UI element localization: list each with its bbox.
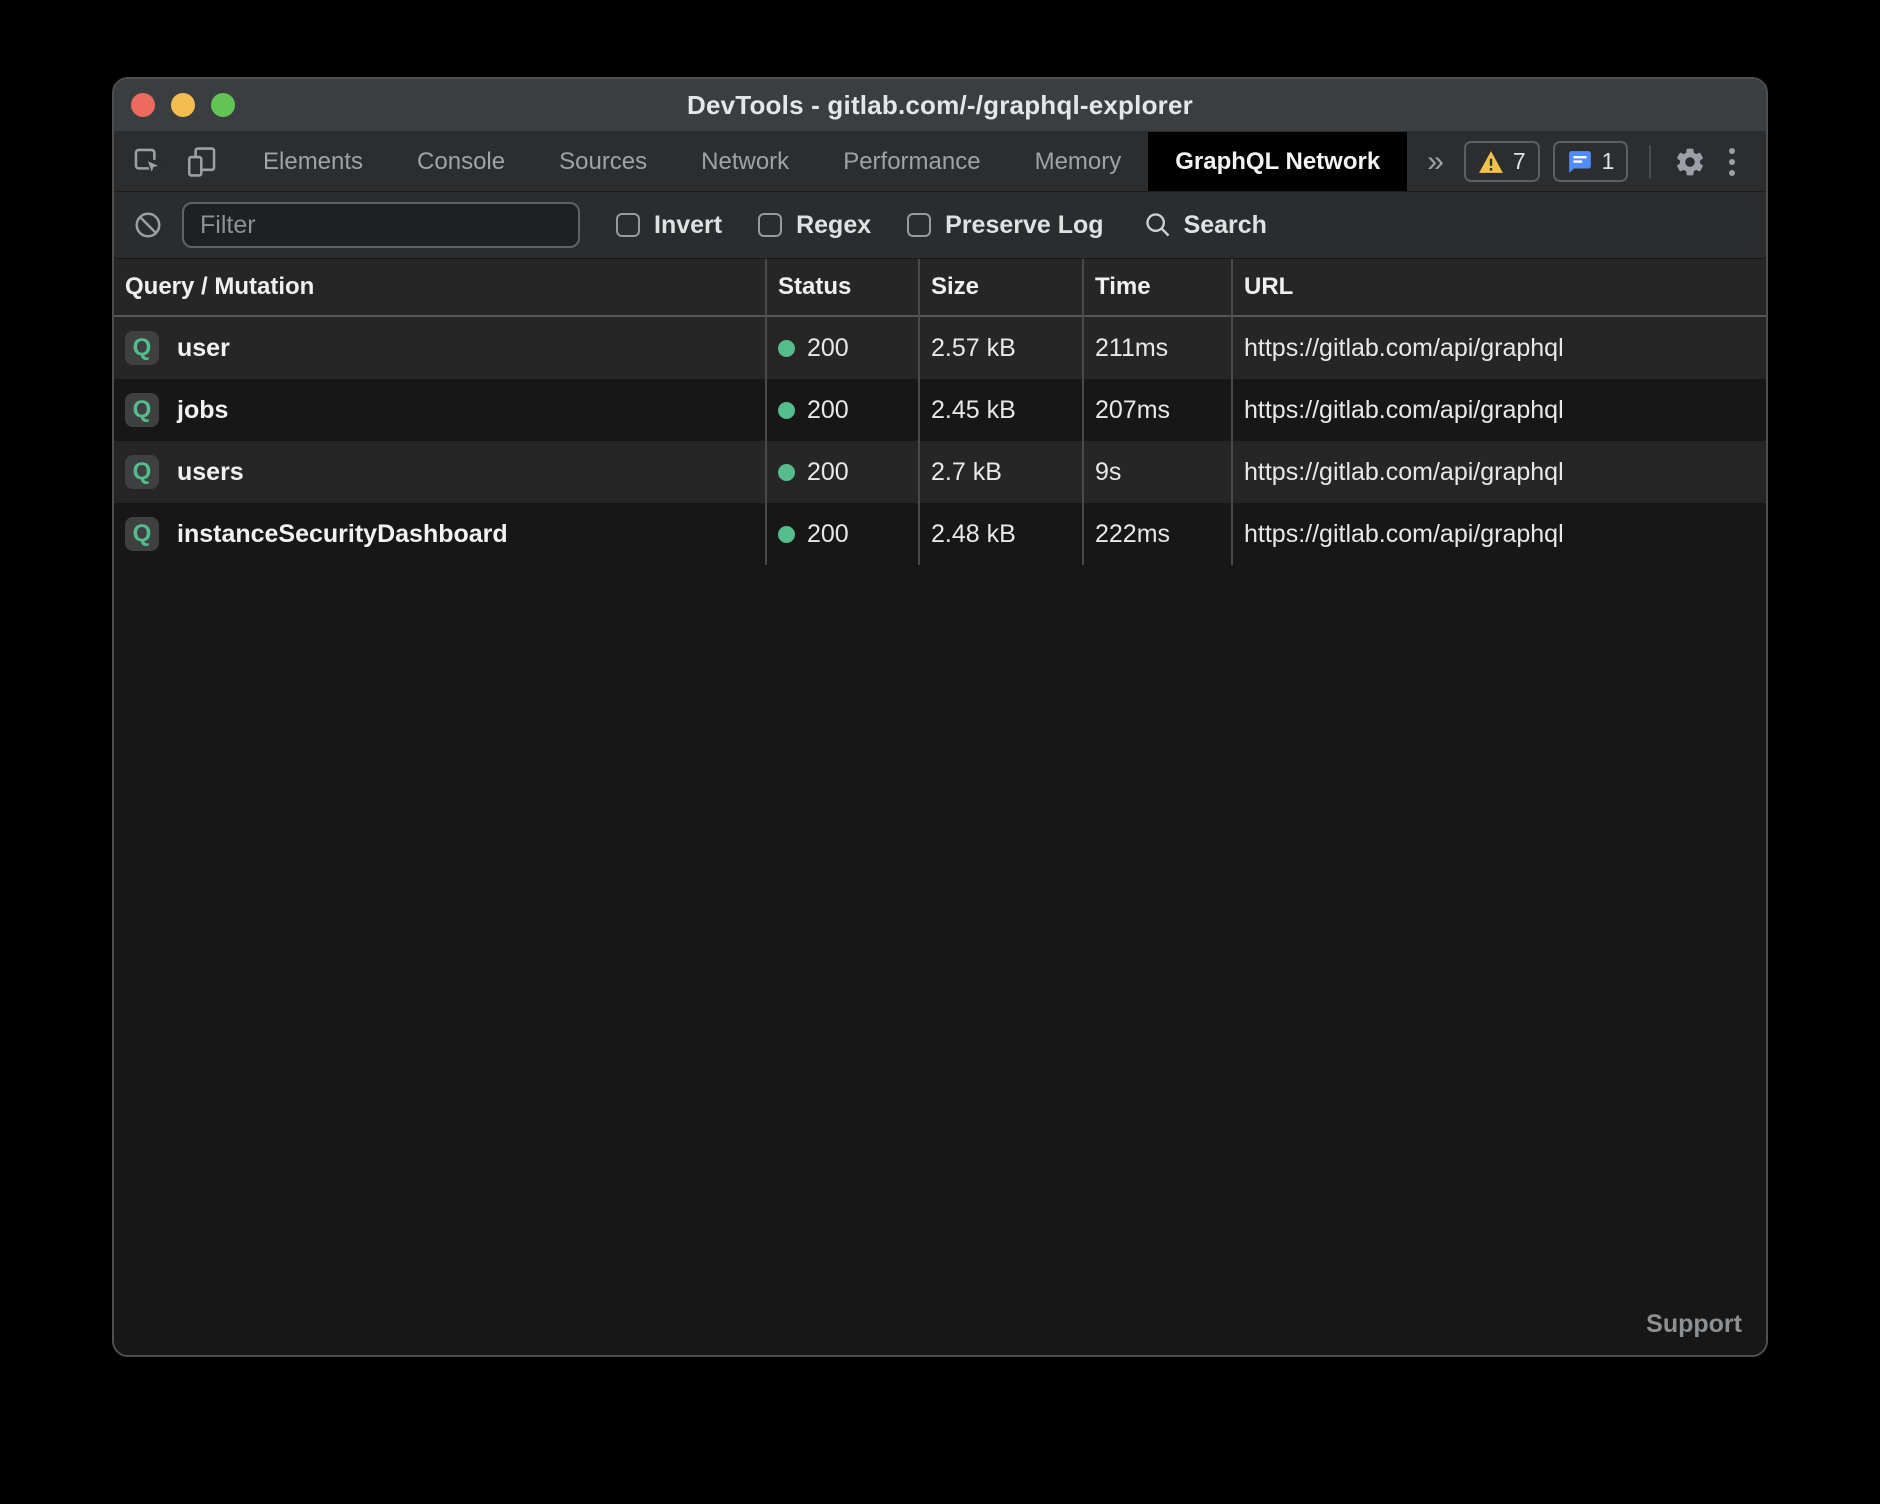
column-header-query-mutation[interactable]: Query / Mutation	[114, 259, 765, 317]
status-ok-dot	[778, 340, 795, 357]
status-ok-dot	[778, 464, 795, 481]
time-cell: 211ms	[1082, 317, 1231, 379]
preserve-log-option: Preserve Log	[907, 211, 1103, 240]
status-ok-dot	[778, 526, 795, 543]
filter-input[interactable]	[182, 202, 580, 248]
tab-memory[interactable]: Memory	[1008, 132, 1149, 191]
panel-body: Support	[114, 565, 1766, 1355]
query-name: users	[177, 458, 244, 487]
status-cell: 200	[765, 503, 918, 565]
window-title: DevTools - gitlab.com/-/graphql-explorer	[687, 90, 1193, 121]
warnings-badge[interactable]: 7	[1464, 141, 1540, 182]
tab-network[interactable]: Network	[674, 132, 816, 191]
status-cell: 200	[765, 317, 918, 379]
column-header-url[interactable]: URL	[1231, 259, 1766, 317]
minimize-button[interactable]	[171, 93, 195, 117]
size-cell: 2.48 kB	[918, 503, 1082, 565]
query-cell: Q user	[114, 317, 765, 379]
devtools-window: DevTools - gitlab.com/-/graphql-explorer…	[112, 77, 1768, 1357]
toolbar-icons	[114, 132, 220, 191]
inspect-element-icon[interactable]	[130, 144, 166, 180]
time-cell: 207ms	[1082, 379, 1231, 441]
settings-gear-icon[interactable]	[1672, 144, 1708, 180]
regex-checkbox[interactable]	[758, 213, 782, 237]
clear-log-icon[interactable]	[130, 207, 166, 243]
query-name: instanceSecurityDashboard	[177, 520, 508, 549]
query-name: jobs	[177, 396, 228, 425]
status-code: 200	[807, 396, 849, 425]
tab-elements[interactable]: Elements	[236, 132, 390, 191]
device-toolbar-icon[interactable]	[184, 144, 220, 180]
tab-sources[interactable]: Sources	[532, 132, 674, 191]
tabbar-right-controls: 7 1	[1464, 132, 1768, 191]
url-cell: https://gitlab.com/api/graphql	[1231, 379, 1766, 441]
tab-performance[interactable]: Performance	[816, 132, 1007, 191]
status-code: 200	[807, 458, 849, 487]
panel-tabs: Elements Console Sources Network Perform…	[236, 132, 1407, 191]
kebab-menu-icon[interactable]	[1721, 148, 1743, 176]
url-cell: https://gitlab.com/api/graphql	[1231, 441, 1766, 503]
query-cell: Q instanceSecurityDashboard	[114, 503, 765, 565]
url-cell: https://gitlab.com/api/graphql	[1231, 503, 1766, 565]
preserve-log-label[interactable]: Preserve Log	[945, 211, 1103, 240]
query-cell: Q jobs	[114, 379, 765, 441]
titlebar[interactable]: DevTools - gitlab.com/-/graphql-explorer	[114, 79, 1766, 132]
query-type-badge: Q	[125, 393, 159, 427]
more-tabs-icon[interactable]: »	[1407, 132, 1464, 191]
invert-label[interactable]: Invert	[654, 211, 722, 240]
status-ok-dot	[778, 402, 795, 419]
query-type-badge: Q	[125, 331, 159, 365]
requests-table: Query / Mutation Status Size Time URL Q …	[114, 259, 1766, 565]
column-header-time[interactable]: Time	[1082, 259, 1231, 317]
time-cell: 222ms	[1082, 503, 1231, 565]
search-control[interactable]: Search	[1144, 211, 1267, 240]
search-icon	[1144, 211, 1172, 239]
close-button[interactable]	[131, 93, 155, 117]
tab-graphql-network[interactable]: GraphQL Network	[1148, 132, 1407, 191]
warning-icon	[1478, 150, 1504, 174]
column-header-status[interactable]: Status	[765, 259, 918, 317]
query-type-badge: Q	[125, 517, 159, 551]
zoom-button[interactable]	[211, 93, 235, 117]
invert-checkbox[interactable]	[616, 213, 640, 237]
preserve-log-checkbox[interactable]	[907, 213, 931, 237]
status-cell: 200	[765, 379, 918, 441]
support-link[interactable]: Support	[1646, 1310, 1742, 1339]
tab-console[interactable]: Console	[390, 132, 532, 191]
devtools-tabbar: Elements Console Sources Network Perform…	[114, 132, 1766, 192]
size-cell: 2.7 kB	[918, 441, 1082, 503]
message-icon	[1567, 149, 1593, 175]
filter-toolbar: Invert Regex Preserve Log Search	[114, 192, 1766, 259]
size-cell: 2.45 kB	[918, 379, 1082, 441]
column-header-size[interactable]: Size	[918, 259, 1082, 317]
regex-option: Regex	[758, 211, 871, 240]
status-cell: 200	[765, 441, 918, 503]
message-count: 1	[1602, 148, 1615, 175]
window-controls	[131, 79, 235, 131]
warning-count: 7	[1513, 148, 1526, 175]
query-type-badge: Q	[125, 455, 159, 489]
messages-badge[interactable]: 1	[1553, 141, 1629, 182]
query-name: user	[177, 334, 230, 363]
search-label: Search	[1184, 211, 1267, 240]
invert-option: Invert	[616, 211, 722, 240]
time-cell: 9s	[1082, 441, 1231, 503]
query-cell: Q users	[114, 441, 765, 503]
url-cell: https://gitlab.com/api/graphql	[1231, 317, 1766, 379]
status-code: 200	[807, 334, 849, 363]
tabbar-right-divider	[1649, 145, 1651, 179]
status-code: 200	[807, 520, 849, 549]
size-cell: 2.57 kB	[918, 317, 1082, 379]
regex-label[interactable]: Regex	[796, 211, 871, 240]
